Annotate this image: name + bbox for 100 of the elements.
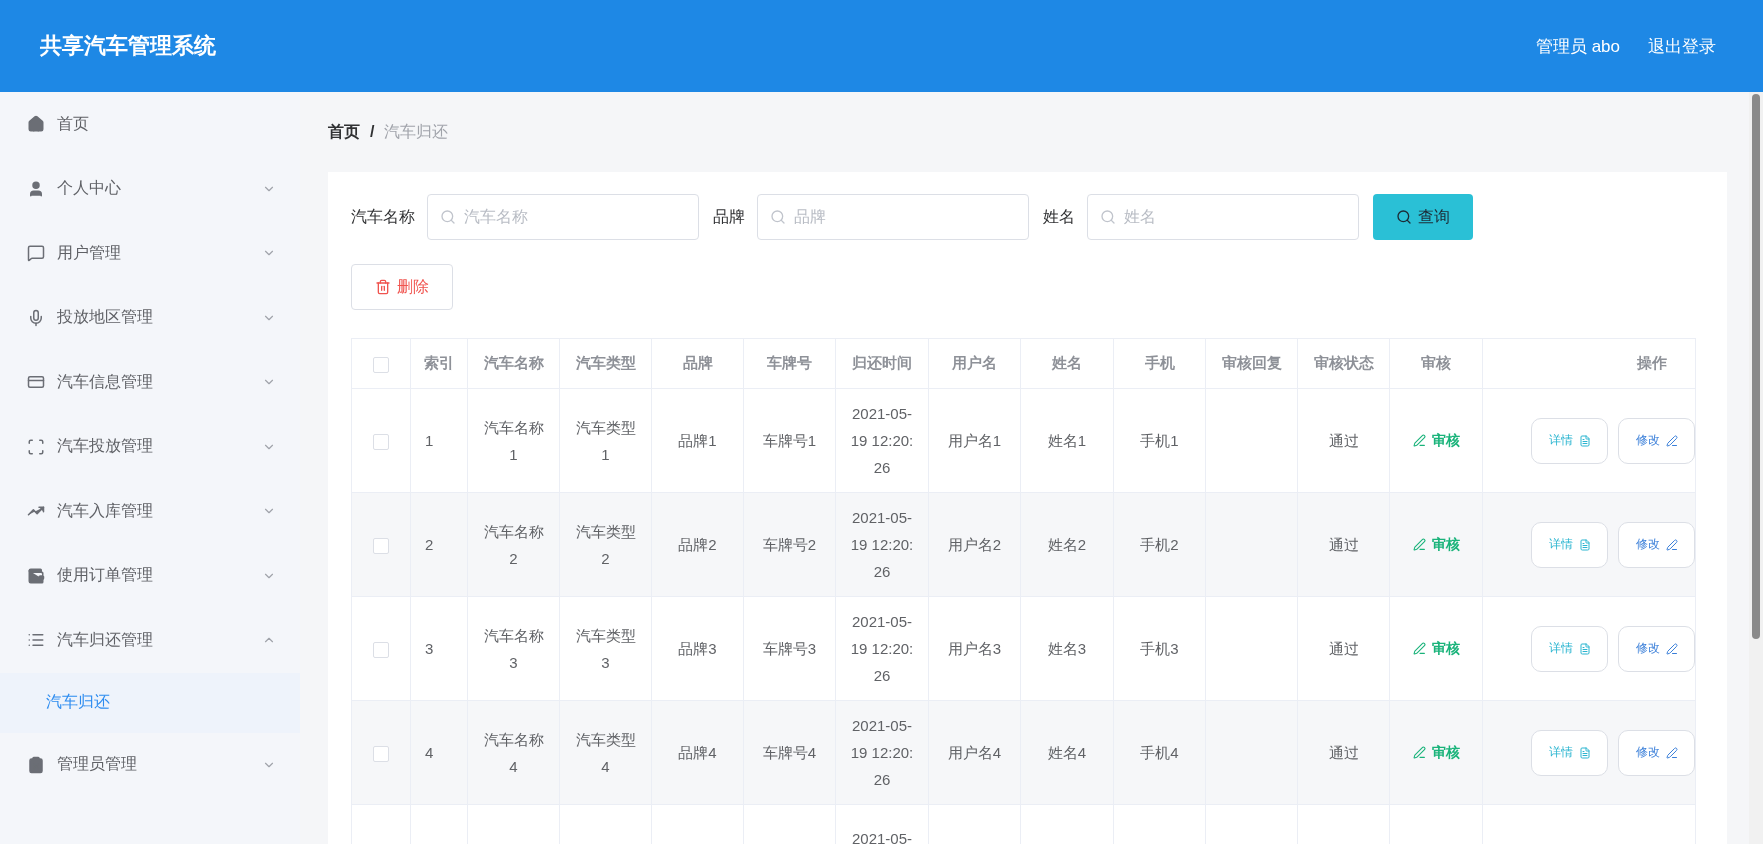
column-header: 车牌号 <box>767 354 812 371</box>
column-header: 用户名 <box>952 354 997 371</box>
edit-button[interactable]: 修改 <box>1618 521 1695 568</box>
table-cell: 汽车名称1 <box>483 418 544 463</box>
details-button[interactable]: 详情 <box>1531 625 1608 672</box>
menu-icon <box>27 308 45 327</box>
column-header: 姓名 <box>1052 354 1082 371</box>
logout-link[interactable]: 退出登录 <box>1648 34 1716 58</box>
row-checkbox[interactable] <box>373 746 389 763</box>
table-cell: 汽车类型3 <box>575 626 636 671</box>
delete-button[interactable]: 删除 <box>351 264 453 310</box>
menu-item[interactable]: 使用订单管理 <box>0 543 300 608</box>
review-link[interactable]: 审核 <box>1412 634 1460 662</box>
table-cell: 通过 <box>1328 432 1359 449</box>
table-cell: 用户名1 <box>947 432 1002 449</box>
menu-icon <box>27 566 45 585</box>
pen-icon <box>1412 433 1426 447</box>
table-cell: 用户名2 <box>947 536 1002 553</box>
menu-item[interactable]: 汽车归还管理 <box>0 608 300 673</box>
edit-button[interactable]: 修改 <box>1618 729 1695 776</box>
field-label: 汽车名称 <box>351 206 415 227</box>
edit-button[interactable]: 修改 <box>1618 625 1695 672</box>
table-cell: 汽车类型4 <box>575 730 636 775</box>
table-cell: 姓名3 <box>1047 640 1087 657</box>
table-cell: 姓名4 <box>1047 744 1087 761</box>
details-button[interactable]: 详情 <box>1531 521 1608 568</box>
table-cell: 车牌号3 <box>762 640 817 657</box>
pen-icon <box>1665 746 1678 759</box>
table-cell: 用户名3 <box>947 640 1002 657</box>
edit-button[interactable]: 修改 <box>1618 417 1695 464</box>
scrollbar[interactable] <box>1749 92 1763 844</box>
details-button[interactable]: 详情 <box>1531 729 1608 776</box>
column-header: 归还时间 <box>852 354 912 371</box>
document-icon <box>1578 538 1591 551</box>
table-cell: 汽车名称2 <box>483 522 544 567</box>
pen-icon <box>1665 538 1678 551</box>
breadcrumb-item: 汽车归还 <box>384 121 449 142</box>
table-cell: 用户名4 <box>947 744 1002 761</box>
table-cell: 姓名2 <box>1047 536 1087 553</box>
document-icon <box>1578 642 1591 655</box>
column-header: 手机 <box>1144 354 1175 371</box>
table-cell: 品牌2 <box>678 536 717 553</box>
table-cell: 2021-05-19 12:20:26 <box>850 405 914 476</box>
menu-item[interactable]: 汽车信息管理 <box>0 350 300 415</box>
row-checkbox[interactable] <box>373 642 389 659</box>
table-cell: 手机1 <box>1140 432 1179 449</box>
row-checkbox[interactable] <box>373 434 389 451</box>
pen-icon <box>1412 745 1426 759</box>
menu-item[interactable]: 首页 <box>0 92 300 157</box>
menu-item[interactable]: 个人中心 <box>0 156 300 221</box>
review-link[interactable]: 审核 <box>1412 530 1460 558</box>
field-label: 姓名 <box>1043 206 1075 227</box>
menu-icon <box>27 115 45 134</box>
table-cell: 2021-05-19 12:20:26 <box>850 509 914 580</box>
search-icon <box>770 209 786 225</box>
menu-icon <box>27 437 45 456</box>
user-name: 管理员 abo <box>1535 35 1620 58</box>
menu-item[interactable]: 汽车入库管理 <box>0 479 300 544</box>
menu-item[interactable]: 汽车投放管理 <box>0 414 300 479</box>
pen-icon <box>1665 434 1678 447</box>
search-field[interactable]: 品牌 <box>757 194 1029 240</box>
menu-icon <box>27 179 45 198</box>
table-cell: 通过 <box>1328 744 1359 761</box>
pen-icon <box>1412 537 1426 551</box>
table-cell: 汽车类型2 <box>575 522 636 567</box>
pen-icon <box>1412 641 1426 655</box>
column-header: 审核回复 <box>1221 354 1282 371</box>
table-cell: 车牌号2 <box>762 536 817 553</box>
column-header: 操作 <box>1637 354 1667 371</box>
breadcrumb-separator: / <box>370 123 375 141</box>
table-cell: 车牌号4 <box>762 744 817 761</box>
search-field[interactable]: 汽车名称 <box>427 194 699 240</box>
column-header: 审核状态 <box>1313 354 1374 371</box>
column-header: 索引 <box>424 354 454 371</box>
breadcrumb-item[interactable]: 首页 <box>328 121 360 143</box>
table-cell: 品牌1 <box>678 432 717 449</box>
trash-icon <box>375 279 391 295</box>
review-link[interactable]: 审核 <box>1412 738 1460 766</box>
column-header: 审核 <box>1421 354 1451 371</box>
submenu-item[interactable]: 汽车归还 <box>0 672 300 733</box>
query-button[interactable]: 查询 <box>1373 194 1473 240</box>
table-cell: 4 <box>425 744 434 761</box>
menu-item[interactable]: 投放地区管理 <box>0 285 300 350</box>
row-checkbox[interactable] <box>373 538 389 555</box>
document-icon <box>1578 434 1591 447</box>
column-header: 汽车名称 <box>483 354 544 371</box>
details-button[interactable]: 详情 <box>1531 417 1608 464</box>
select-all-checkbox[interactable] <box>373 356 389 373</box>
column-header: 汽车类型 <box>575 354 636 371</box>
menu-icon <box>27 755 45 774</box>
search-icon <box>1396 209 1412 225</box>
table-cell: 手机3 <box>1140 640 1179 657</box>
table-cell: 汽车名称3 <box>483 626 544 671</box>
column-header: 品牌 <box>682 354 713 371</box>
menu-item[interactable]: 用户管理 <box>0 221 300 286</box>
review-link[interactable]: 审核 <box>1412 426 1460 454</box>
scrollbar-thumb[interactable] <box>1752 94 1760 639</box>
search-field[interactable]: 姓名 <box>1087 194 1359 240</box>
table-cell: 通过 <box>1328 536 1359 553</box>
menu-item[interactable]: 管理员管理 <box>0 732 300 797</box>
